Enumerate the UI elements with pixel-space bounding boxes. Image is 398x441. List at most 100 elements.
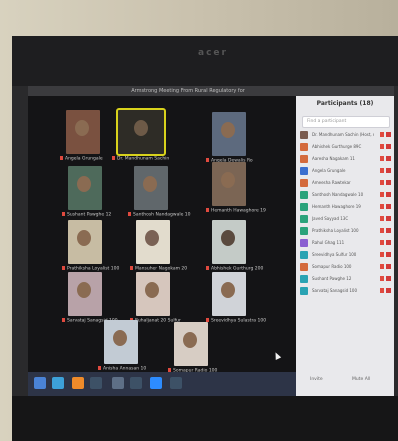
laptop: acer Armstrong Meeting From Rural Regula…: [12, 36, 398, 441]
mic-muted-icon: [62, 318, 65, 322]
tile-label: Prathiksha Loyalist 100: [67, 266, 120, 272]
video-tile[interactable]: Sushant Pawghe 12: [62, 166, 111, 218]
mic-muted-icon[interactable]: [380, 180, 384, 185]
participant-row[interactable]: Prathiksha Loyalist 100: [300, 226, 392, 236]
avatar: [300, 131, 308, 139]
participant-row[interactable]: Sushant Pawghe 12: [300, 274, 392, 284]
app-icon[interactable]: [130, 377, 142, 389]
avatar: [300, 215, 308, 223]
video-off-icon[interactable]: [386, 132, 391, 137]
mic-muted-icon[interactable]: [380, 144, 384, 149]
mic-muted-icon[interactable]: [380, 252, 384, 257]
video-off-icon[interactable]: [386, 216, 391, 221]
participant-search-input[interactable]: Find a participant: [302, 116, 390, 128]
participants-footer: Invite Mute All: [296, 374, 394, 386]
browser-icon[interactable]: [52, 377, 64, 389]
video-off-icon[interactable]: [386, 288, 391, 293]
tile-label: Dr. Mandhunam Sachin: [117, 156, 170, 162]
mic-muted-icon[interactable]: [380, 228, 384, 233]
mic-muted-icon[interactable]: [380, 240, 384, 245]
mic-muted-icon: [60, 156, 63, 160]
video-tile[interactable]: Ruhaljanat 20 Sulfur: [130, 272, 181, 324]
participant-row[interactable]: Abhishek Gurthurge 89C: [300, 142, 392, 152]
tile-label: Sushant Pawghe 12: [67, 212, 112, 218]
video-tile[interactable]: Abhishek Gurthurg 200: [206, 220, 263, 272]
video-off-icon[interactable]: [386, 204, 391, 209]
video-tile-active[interactable]: Dr. Mandhunam Sachin: [112, 108, 169, 162]
participant-row[interactable]: Ameesha Rawtekar: [300, 178, 392, 188]
video-off-icon[interactable]: [386, 168, 391, 173]
mic-muted-icon[interactable]: [380, 288, 384, 293]
mouse-cursor-icon: [272, 351, 282, 360]
video-gallery: Angela Grungale Dr. Mandhunam Sachin Ang…: [28, 96, 296, 374]
app-icon[interactable]: [170, 377, 182, 389]
participant-row[interactable]: Hemanth Hawaghore 19: [300, 202, 392, 212]
participant-face: [221, 230, 235, 246]
mic-muted-icon[interactable]: [380, 276, 384, 281]
participant-name: Dr. Mandhunam Sachin (Host, me): [312, 132, 374, 137]
participant-face: [145, 230, 159, 246]
video-tile[interactable]: Santhosh Nandagwale 10: [128, 166, 191, 218]
mute-all-button[interactable]: Mute All: [352, 374, 370, 386]
video-off-icon[interactable]: [386, 144, 391, 149]
mic-muted-icon[interactable]: [380, 216, 384, 221]
mic-muted-icon[interactable]: [380, 264, 384, 269]
participant-name: Hemanth Hawaghore 19: [312, 204, 361, 209]
video-off-icon[interactable]: [386, 156, 391, 161]
participant-name: Prathiksha Loyalist 100: [312, 228, 359, 233]
zoom-app-icon[interactable]: [150, 377, 162, 389]
participant-face: [77, 230, 91, 246]
participant-row[interactable]: Rahul Ghag 111: [300, 238, 392, 248]
participant-name: Aaresha Nagakam 11: [312, 156, 355, 161]
app-icon[interactable]: [112, 377, 124, 389]
participant-row[interactable]: Aaresha Nagakam 11: [300, 154, 392, 164]
video-tile[interactable]: Prathiksha Loyalist 100: [62, 220, 119, 272]
video-tile[interactable]: Sreevidhya Sulastra 100: [206, 272, 266, 324]
mic-muted-icon[interactable]: [380, 204, 384, 209]
mic-muted-icon[interactable]: [380, 156, 384, 161]
video-off-icon[interactable]: [386, 192, 391, 197]
participant-row[interactable]: Santhosh Nandagwale 10: [300, 190, 392, 200]
video-off-icon[interactable]: [386, 276, 391, 281]
video-tile[interactable]: Anisha Annasan 10: [98, 320, 146, 372]
video-off-icon[interactable]: [386, 228, 391, 233]
participant-name: Somapur Radio 100: [312, 264, 352, 269]
mic-muted-icon: [128, 212, 131, 216]
participant-face: [113, 330, 127, 346]
participant-row[interactable]: Angela Grungale: [300, 166, 392, 176]
participant-row[interactable]: Dr. Mandhunam Sachin (Host, me): [300, 130, 392, 140]
avatar: [300, 191, 308, 199]
mic-muted-icon: [62, 212, 65, 216]
participant-face: [221, 172, 235, 188]
video-tile[interactable]: Sarvataj Sanagsid 100: [62, 272, 118, 324]
mic-muted-icon: [206, 158, 209, 162]
start-icon[interactable]: [34, 377, 46, 389]
participant-row[interactable]: Somapur Radio 100: [300, 262, 392, 272]
video-tile[interactable]: Angela Dewalis Ro: [206, 112, 253, 164]
video-off-icon[interactable]: [386, 252, 391, 257]
participant-face: [75, 120, 89, 136]
tile-label: Anisha Annasan 10: [103, 366, 147, 372]
video-off-icon[interactable]: [386, 240, 391, 245]
participant-row[interactable]: Javed Sayyad 13C: [300, 214, 392, 224]
video-tile[interactable]: Mansuher Nagokam 20: [130, 220, 187, 272]
app-icon[interactable]: [72, 377, 84, 389]
avatar: [300, 227, 308, 235]
mic-muted-icon[interactable]: [380, 168, 384, 173]
video-off-icon[interactable]: [386, 264, 391, 269]
avatar: [300, 287, 308, 295]
meeting-titlebar: Armstrong Meeting From Rural Regulatory …: [28, 86, 394, 96]
app-icon[interactable]: [90, 377, 102, 389]
participant-name: Javed Sayyad 13C: [312, 216, 349, 221]
video-tile[interactable]: Angela Grungale: [60, 110, 103, 162]
mic-muted-icon[interactable]: [380, 192, 384, 197]
video-off-icon[interactable]: [386, 180, 391, 185]
invite-button[interactable]: Invite: [310, 374, 323, 386]
video-tile[interactable]: Hemanth Hawaghore 19: [206, 162, 266, 214]
participant-row[interactable]: Sreevidhya Sulfur 100: [300, 250, 392, 260]
mic-muted-icon[interactable]: [380, 132, 384, 137]
participant-row[interactable]: Sarvataj Sanagsid 100: [300, 286, 392, 296]
video-tile[interactable]: Somapur Radio 100: [168, 322, 217, 374]
mic-muted-icon: [62, 266, 65, 270]
avatar: [300, 203, 308, 211]
